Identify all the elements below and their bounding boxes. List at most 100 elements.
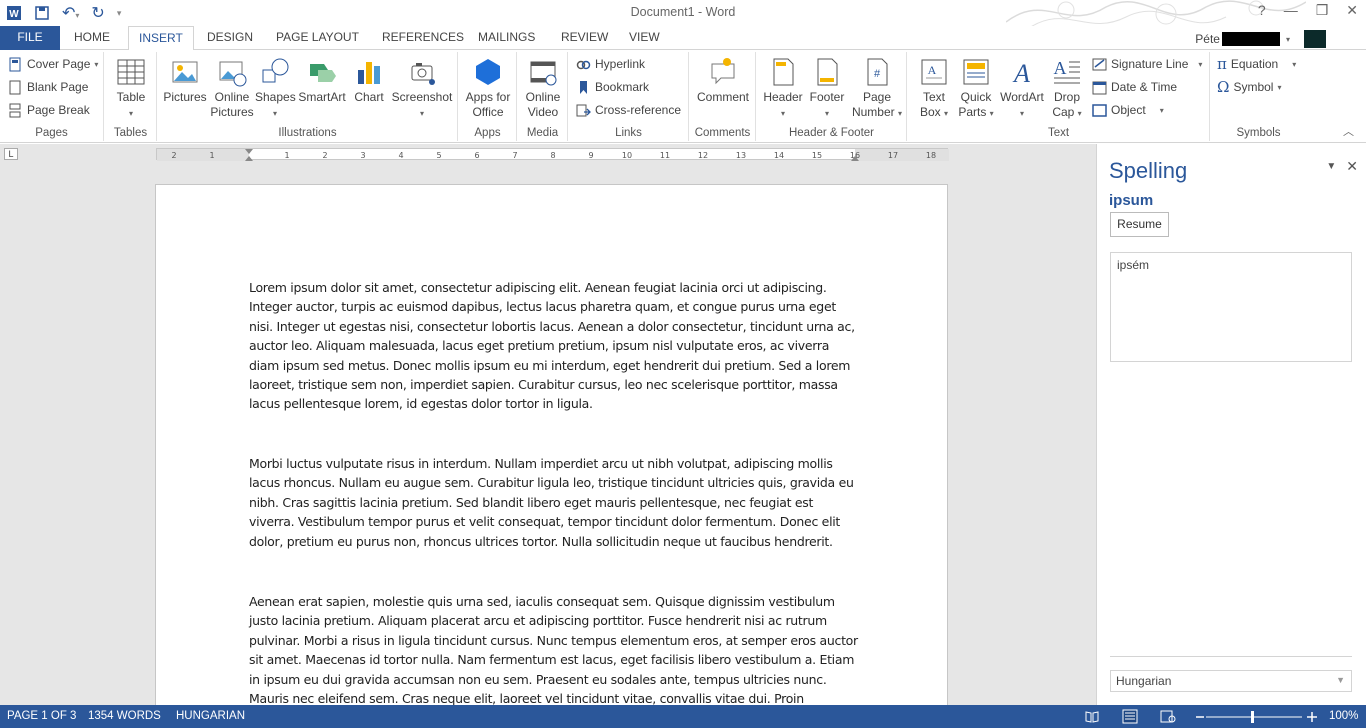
apps-icon	[476, 59, 500, 85]
suggestions-list[interactable]: ipsém	[1110, 252, 1352, 362]
pictures-button[interactable]: Pictures	[160, 56, 210, 105]
svg-text:5: 5	[436, 151, 441, 160]
smartart-button[interactable]: SmartArt	[296, 56, 348, 105]
hyperlink-button[interactable]: Hyperlink	[576, 54, 645, 74]
svg-text:1: 1	[284, 151, 289, 160]
svg-text:3: 3	[360, 151, 365, 160]
chart-button[interactable]: Chart	[351, 56, 387, 105]
calendar-icon	[1092, 81, 1107, 94]
online-pictures-button[interactable]: Online Pictures	[208, 56, 256, 120]
tab-home[interactable]: HOME	[64, 26, 120, 50]
tab-page-layout[interactable]: PAGE LAYOUT	[266, 26, 369, 50]
hyperlink-icon	[576, 60, 591, 69]
cover-page-icon	[9, 57, 21, 71]
minimize-button[interactable]: —	[1284, 2, 1298, 19]
cross-reference-button[interactable]: Cross-reference	[576, 100, 681, 120]
tab-review[interactable]: REVIEW	[551, 26, 618, 50]
svg-text:9: 9	[588, 151, 593, 160]
close-pane-icon[interactable]: ✕	[1346, 158, 1358, 175]
document-page[interactable]: Lorem ipsum dolor sit amet, consectetur …	[155, 184, 948, 705]
pictures-icon	[172, 61, 198, 83]
tab-file[interactable]: FILE	[0, 26, 60, 50]
drop-cap-button[interactable]: A Drop Cap ▾	[1047, 56, 1087, 121]
help-icon[interactable]: ?	[1258, 2, 1266, 19]
svg-text:6: 6	[474, 151, 479, 160]
online-video-button[interactable]: Online Video	[520, 56, 566, 120]
zoom-slider[interactable]	[1194, 710, 1319, 724]
wordart-button[interactable]: A WordArt ▾	[998, 56, 1046, 121]
comment-button[interactable]: Comment	[692, 56, 754, 105]
document-area[interactable]: Lorem ipsum dolor sit amet, consectetur …	[0, 164, 1096, 705]
chart-icon	[358, 62, 380, 84]
zoom-level[interactable]: 100%	[1329, 710, 1358, 722]
collapse-ribbon-icon[interactable]: ︿	[1343, 123, 1354, 139]
word-count[interactable]: 1354 WORDS	[88, 710, 161, 722]
signature-line-icon	[1092, 58, 1107, 70]
text-box-button[interactable]: A Text Box ▾	[912, 56, 956, 121]
svg-text:18: 18	[926, 151, 936, 160]
tab-design[interactable]: DESIGN	[197, 26, 263, 50]
svg-text:A: A	[1012, 59, 1030, 88]
bookmark-button[interactable]: Bookmark	[576, 77, 649, 97]
group-tables: Table ▾ Tables	[105, 52, 157, 141]
date-time-button[interactable]: Date & Time	[1092, 77, 1177, 97]
apps-for-office-button[interactable]: Apps for Office	[461, 56, 515, 120]
object-button[interactable]: Object ▾	[1092, 100, 1164, 120]
tab-references[interactable]: REFERENCES	[372, 26, 474, 50]
quick-parts-button[interactable]: Quick Parts ▾	[954, 56, 998, 121]
blank-page-icon	[9, 80, 21, 94]
read-mode-icon[interactable]	[1085, 710, 1099, 723]
group-label: Text	[1047, 127, 1070, 139]
screenshot-icon	[411, 63, 435, 85]
equation-button[interactable]: π Equation ▾	[1217, 54, 1296, 74]
suggestion-item[interactable]: ipsém	[1111, 253, 1351, 277]
header-button[interactable]: Header ▾	[759, 56, 807, 121]
resume-button[interactable]: Resume	[1110, 212, 1169, 237]
paragraph[interactable]: Morbi luctus vulputate risus in interdum…	[249, 454, 859, 551]
window-title: Document1 - Word	[630, 5, 736, 19]
paragraph[interactable]: Aenean erat sapien, molestie quis urna s…	[249, 592, 859, 705]
restore-button[interactable]: ❒	[1316, 2, 1329, 19]
page-break-button[interactable]: Page Break	[8, 100, 90, 120]
tab-mailings[interactable]: MAILINGS	[468, 26, 545, 50]
screenshot-button[interactable]: Screenshot ▾	[390, 56, 454, 121]
tab-selector[interactable]: L	[4, 148, 18, 160]
signature-line-button[interactable]: Signature Line ▾	[1092, 54, 1202, 74]
user-name: Péte	[1195, 32, 1220, 46]
language-select[interactable]: Hungarian ▼	[1110, 670, 1352, 692]
svg-text:14: 14	[774, 151, 784, 160]
quick-parts-icon	[963, 59, 989, 85]
user-account[interactable]: Péte ▾	[1195, 30, 1326, 48]
avatar	[1304, 30, 1326, 48]
footer-button[interactable]: Footer ▾	[805, 56, 849, 121]
wordart-icon: A	[1012, 59, 1030, 88]
comment-icon	[711, 58, 735, 85]
shapes-button[interactable]: Shapes ▾	[255, 56, 296, 121]
page-count[interactable]: PAGE 1 OF 3	[7, 710, 76, 722]
web-layout-icon[interactable]	[1160, 710, 1176, 723]
group-label: Symbols	[1236, 127, 1281, 139]
spelling-pane: Spelling ▼ ✕ ipsum Resume ipsém Hungaria…	[1097, 144, 1366, 705]
close-button[interactable]: ✕	[1346, 2, 1358, 19]
page-number-button[interactable]: # Page Number ▾	[849, 56, 905, 121]
group-label: Header & Footer	[788, 127, 874, 139]
svg-text:11: 11	[660, 151, 670, 160]
horizontal-ruler[interactable]: 21 1234 5678 9 10 11 12 13 14 15 16 17 18	[156, 148, 949, 161]
paragraph[interactable]: Lorem ipsum dolor sit amet, consectetur …	[249, 278, 859, 414]
ribbon: Cover Page ▾ Blank Page Page Break Pages …	[0, 50, 1366, 143]
tab-insert[interactable]: INSERT	[128, 26, 194, 51]
group-label: Media	[526, 127, 559, 139]
tab-view[interactable]: VIEW	[619, 26, 670, 50]
divider	[1110, 656, 1352, 657]
cover-page-button[interactable]: Cover Page ▾	[8, 54, 98, 74]
language-status[interactable]: HUNGARIAN	[176, 710, 245, 722]
group-links: Hyperlink Bookmark Cross-reference Links	[569, 52, 689, 141]
symbol-button[interactable]: Ω Symbol ▾	[1217, 77, 1281, 97]
blank-page-button[interactable]: Blank Page	[8, 77, 88, 97]
print-layout-icon[interactable]	[1122, 709, 1138, 724]
pane-options-icon[interactable]: ▼	[1326, 158, 1336, 175]
group-label: Apps	[474, 127, 501, 139]
table-button[interactable]: Table ▾	[113, 56, 149, 121]
group-symbols: π Equation ▾ Ω Symbol ▾ Symbols	[1211, 52, 1306, 141]
group-illustrations: Pictures Online Pictures Shapes ▾ SmartArt…	[158, 52, 458, 141]
